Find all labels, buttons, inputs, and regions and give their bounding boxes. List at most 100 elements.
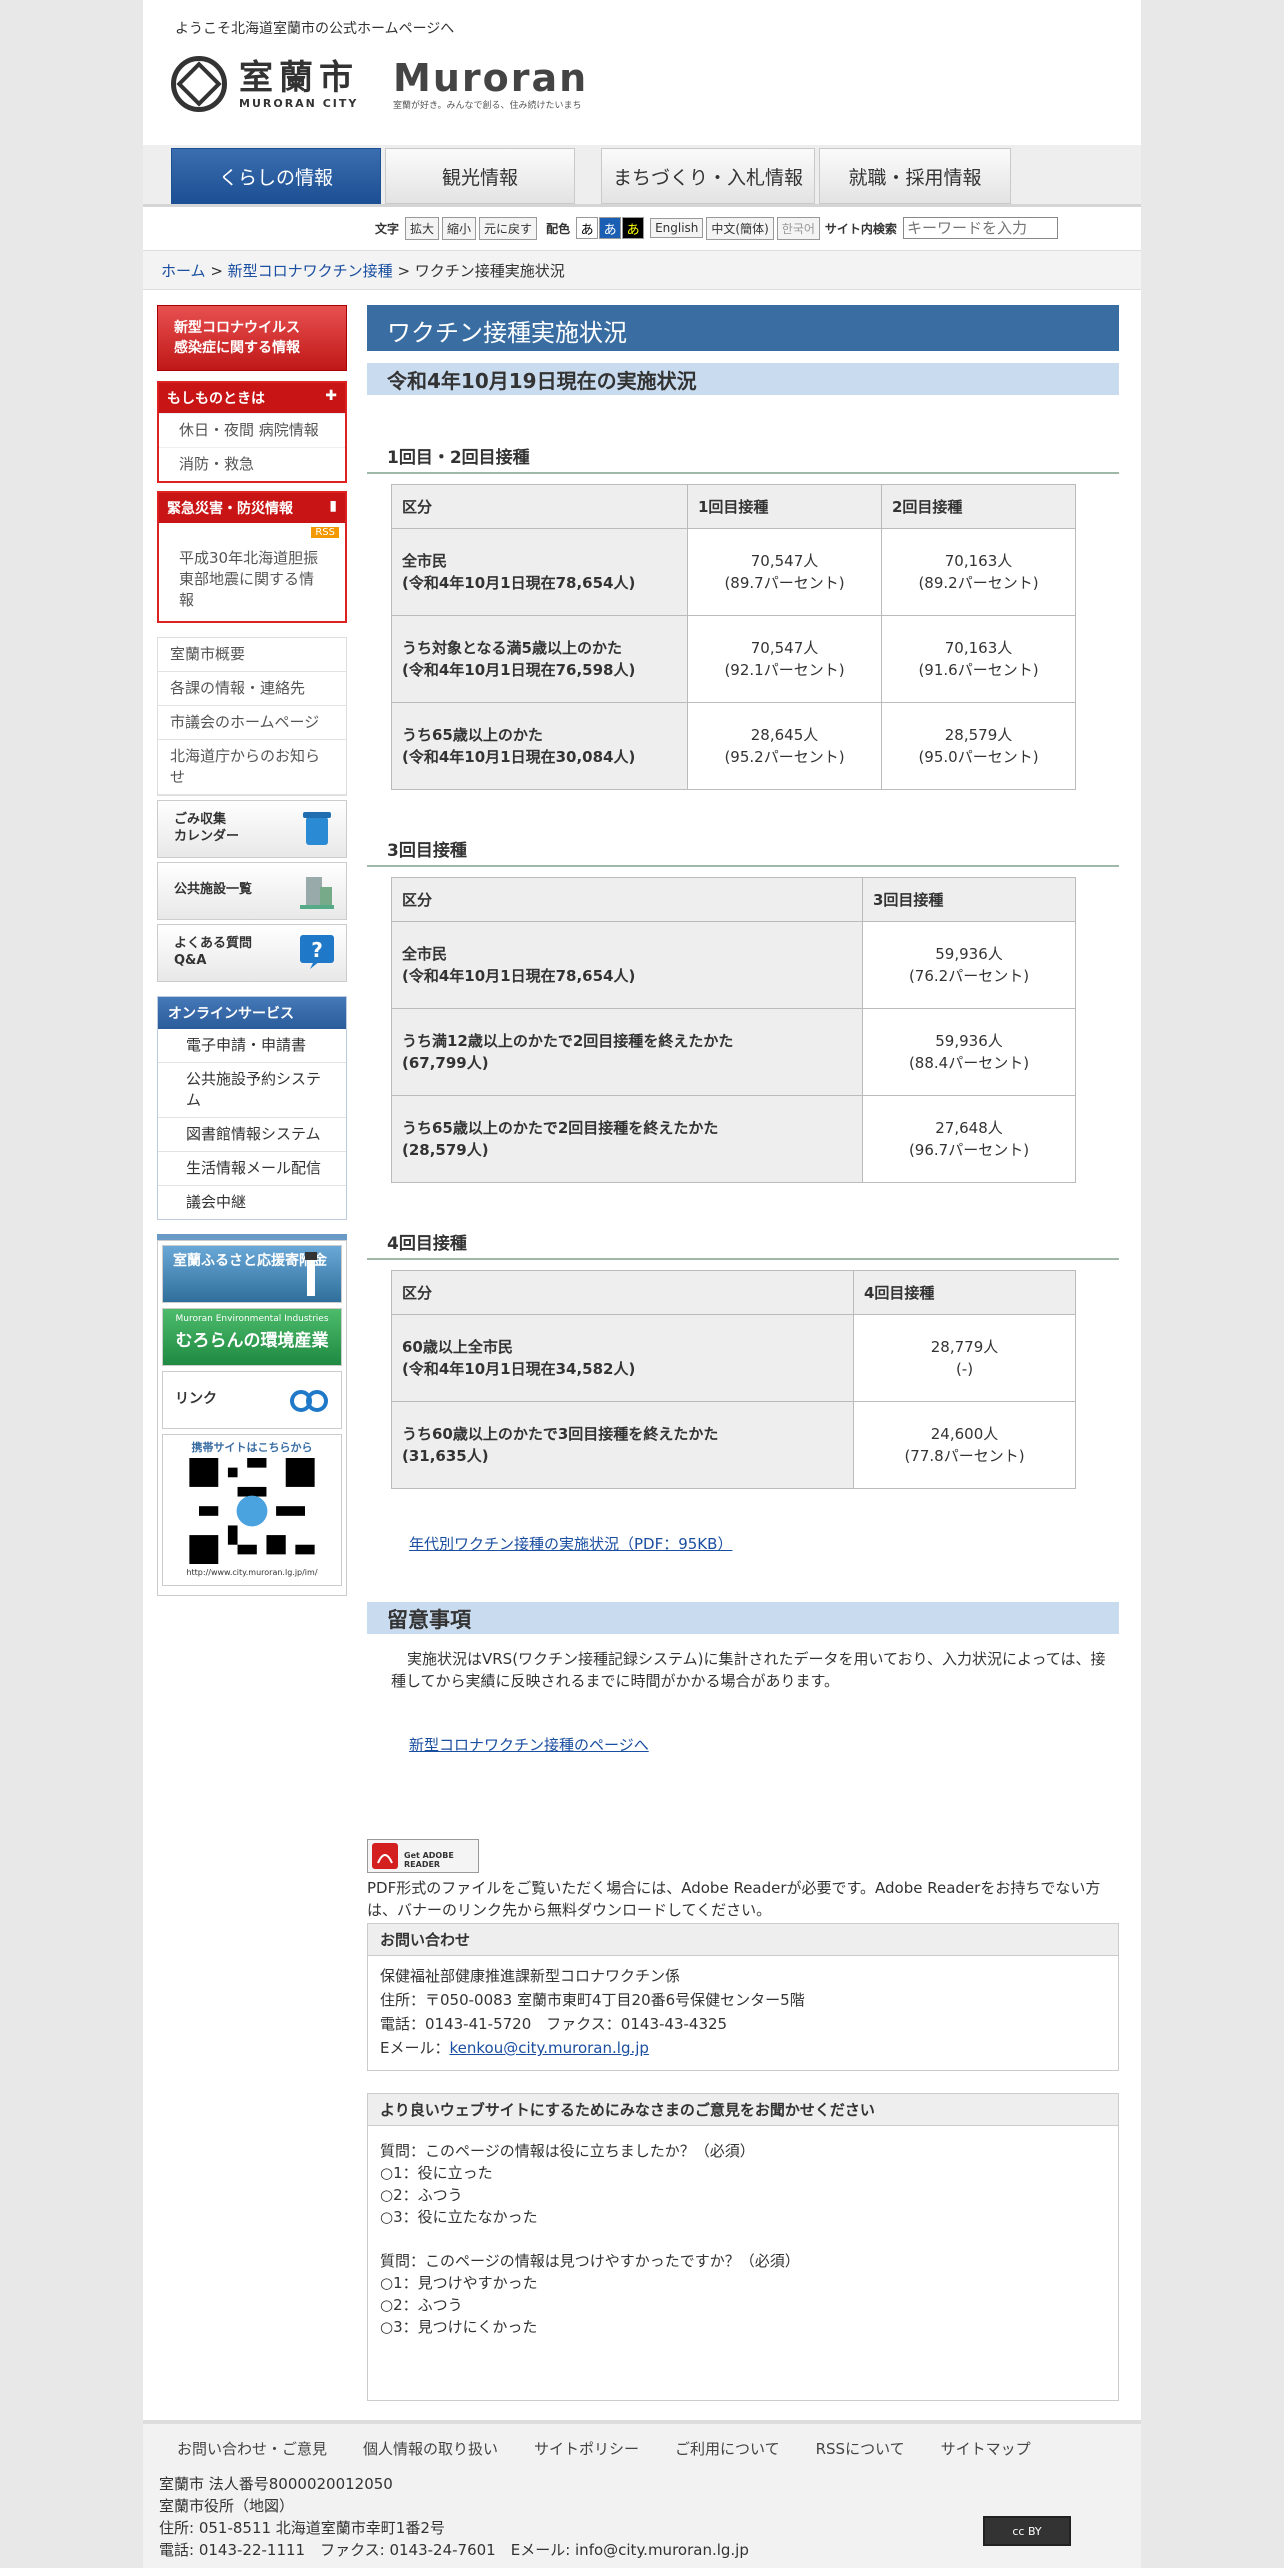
furusato-banner[interactable]: 室蘭ふるさと応援寄附金 (162, 1245, 342, 1303)
notes-heading: 留意事項 (367, 1602, 1119, 1634)
mobile-site-banner[interactable]: 携帯サイトはこちらから http://www.city.muroran.lg.j… (162, 1434, 342, 1586)
lang-english-button[interactable]: English (650, 218, 704, 238)
nav-shushoku[interactable]: 就職・採用情報 (819, 148, 1011, 204)
sidebar-item-fire[interactable]: 消防・救急 (159, 447, 345, 481)
contact-phone: 電話：0143-41-5720 ファクス：0143-43-4325 (380, 2015, 728, 2033)
logo-jp: 室蘭市 (239, 57, 359, 98)
cell-value: 70,163人 (89.2パーセント) (881, 528, 1076, 616)
survey-option[interactable]: ○1：役に立った (380, 2162, 1106, 2184)
color-white-button[interactable]: あ (576, 217, 599, 239)
cell-value: 59,936人 (88.4パーセント) (862, 1008, 1076, 1096)
lang-korean-button[interactable]: 한국어 (776, 216, 820, 240)
footer-link-terms[interactable]: ご利用について (675, 2438, 780, 2459)
breadcrumb-home[interactable]: ホーム (161, 262, 206, 280)
cell-value: 28,779人 (-) (853, 1314, 1076, 1402)
plus-icon: ✚ (325, 388, 337, 404)
text-size-label: 文字 (375, 221, 400, 236)
back-to-vaccine-link[interactable]: 新型コロナワクチン接種のページへ (409, 1736, 649, 1754)
sidebar-item-hospital[interactable]: 休日・夜間 病院情報 (159, 413, 345, 447)
sidebar-item-overview[interactable]: 室蘭市概要 (158, 638, 346, 672)
color-black-button[interactable]: あ (622, 217, 645, 239)
lighthouse-icon (305, 1252, 317, 1296)
contact-email-link[interactable]: kenkou@city.muroran.lg.jp (449, 2039, 648, 2057)
online-item-council-stream[interactable]: 議会中継 (158, 1186, 346, 1219)
rss-icon[interactable]: RSS (311, 527, 339, 538)
brand-tagline: 室蘭が好き。みんなで創る、住み続けたいまち (393, 100, 582, 111)
table-row: 全市民 (令和4年10月1日現在78,654人) 59,936人 (76.2パーセン… (391, 921, 1076, 1009)
sidebar-item-departments[interactable]: 各課の情報・連絡先 (158, 672, 346, 706)
banner-area: 室蘭ふるさと応援寄附金 Muroran Environmental Indust… (157, 1240, 347, 1596)
qr-code-icon (189, 1458, 315, 1564)
cell-value: 70,547人 (92.1パーセント) (687, 615, 882, 703)
table-dose3: 区分 3回目接種 全市民 (令和4年10月1日現在78,654人) 59,936人… (391, 877, 1076, 1183)
page: ようこそ北海道室蘭市の公式ホームページへ 室蘭市 MURORAN CITY Mu… (143, 0, 1141, 2568)
radio-icon[interactable]: ○ (380, 2208, 393, 2226)
survey-q1: 質問：このページの情報は役に立ちましたか？（必須） (380, 2142, 755, 2160)
site-search-input[interactable] (902, 217, 1058, 239)
welcome-text: ようこそ北海道室蘭市の公式ホームページへ (175, 21, 455, 37)
online-item-reservation[interactable]: 公共施設予約システム (158, 1063, 346, 1118)
table-row: うち65歳以上のかたで2回目接種を終えたかた (28,579人) 27,648人(… (391, 1095, 1076, 1183)
table-row: うち65歳以上のかた (令和4年10月1日現在30,084人) 28,645人 (9… (391, 702, 1076, 790)
banner-text: 携帯サイトはこちらから (191, 1441, 313, 1454)
survey-option[interactable]: ○2：ふつう (380, 2294, 1106, 2316)
table-row: 60歳以上全市民 (令和4年10月1日現在34,582人) 28,779人 (-) (391, 1314, 1076, 1402)
radio-icon[interactable]: ○ (380, 2186, 393, 2204)
survey-option[interactable]: ○1：見つけやすかった (380, 2272, 1106, 2294)
contact-address: 住所：〒050-0083 室蘭市東町4丁目20番6号保健センター5階 (380, 1991, 805, 2009)
pdf-link[interactable]: 年代別ワクチン接種の実施状況（PDF：95KB） (409, 1535, 732, 1553)
sidebar-links: 室蘭市概要 各課の情報・連絡先 市議会のホームページ 北海道庁からのお知らせ (157, 637, 347, 796)
footer-office[interactable]: 室蘭市役所（地図） (159, 2495, 1125, 2517)
footer-link-policy[interactable]: サイトポリシー (534, 2438, 639, 2459)
notes-text: 実施状況はVRS(ワクチン接種記録システム)に集計されたデータを用いており、入力… (391, 1650, 1106, 1690)
site-logo[interactable]: 室蘭市 MURORAN CITY Muroran 室蘭が好き。みんなで創る、住み… (171, 56, 588, 112)
online-item-mail[interactable]: 生活情報メール配信 (158, 1152, 346, 1186)
color-blue-button[interactable]: あ (599, 217, 622, 239)
creative-commons-icon[interactable]: cc BY (983, 2516, 1071, 2546)
nav-machizukuri[interactable]: まちづくり・入札情報 (601, 148, 815, 204)
breadcrumb-parent[interactable]: 新型コロナワクチン接種 (228, 262, 393, 280)
survey-option[interactable]: ○2：ふつう (380, 2184, 1106, 2206)
adobe-reader-banner[interactable]: Get ADOBE READER (367, 1839, 479, 1873)
public-facilities-button[interactable]: 公共施設一覧 (157, 862, 347, 920)
radio-icon[interactable]: ○ (380, 2318, 393, 2336)
radio-icon[interactable]: ○ (380, 2164, 393, 2182)
lang-chinese-button[interactable]: 中文(簡体) (706, 216, 774, 240)
radio-icon[interactable]: ○ (380, 2274, 393, 2292)
text-shrink-button[interactable]: 縮小 (442, 216, 477, 240)
row-label: 全市民 (令和4年10月1日現在78,654人) (391, 921, 863, 1009)
disaster-box: 緊急災害・防災情報 ▮ RSS 平成30年北海道胆振東部地震に関する情報 (157, 491, 347, 623)
sidebar-item-earthquake[interactable]: 平成30年北海道胆振東部地震に関する情報 (159, 542, 345, 621)
footer-link-rss[interactable]: RSSについて (816, 2438, 905, 2459)
radio-icon[interactable]: ○ (380, 2296, 393, 2314)
footer-link-contact[interactable]: お問い合わせ・ご意見 (177, 2438, 327, 2459)
footer-address: 住所: 051-8511 北海道室蘭市幸町1番2号 (159, 2519, 445, 2537)
table-dose12: 区分 1回目接種 2回目接種 全市民 (令和4年10月1日現在78,654人) 7… (391, 484, 1076, 790)
table-dose4: 区分 4回目接種 60歳以上全市民 (令和4年10月1日現在34,582人) 28… (391, 1270, 1076, 1489)
adobe-note: PDF形式のファイルをご覧いただく場合には、Adobe Readerが必要です。… (367, 1879, 1101, 1919)
text-reset-button[interactable]: 元に戻す (479, 216, 538, 240)
survey-option[interactable]: ○3：見つけにくかった (380, 2316, 1106, 2338)
link-banner[interactable]: リンク (162, 1371, 342, 1429)
row-label: うち60歳以上のかたで3回目接種を終えたかた (31,635人) (391, 1401, 854, 1489)
breadcrumb-sep: > (392, 262, 415, 280)
online-item-eapply[interactable]: 電子申請・申請書 (158, 1029, 346, 1063)
contact-title: お問い合わせ (368, 1924, 1118, 1956)
column-header: 1回目接種 (687, 484, 882, 529)
text-enlarge-button[interactable]: 拡大 (405, 216, 440, 240)
sidebar-item-council[interactable]: 市議会のホームページ (158, 706, 346, 740)
nav-kurashi[interactable]: くらしの情報 (171, 148, 381, 204)
environment-banner[interactable]: Muroran Environmental Industries むろらんの環境… (162, 1308, 342, 1366)
survey-option[interactable]: ○3：役に立たなかった (380, 2206, 1106, 2228)
accessibility-toolbar: 文字 拡大 縮小 元に戻す 配色 あ あ あ English 中文(簡体) 한국… (143, 210, 1141, 246)
breadcrumb-sep: > (205, 262, 228, 280)
sidebar-item-hokkaido[interactable]: 北海道庁からのお知らせ (158, 740, 346, 795)
covid-info-button[interactable]: 新型コロナウイルス 感染症に関する情報 (157, 305, 347, 371)
faq-button[interactable]: よくある質問 Q&A ? (157, 924, 347, 982)
garbage-calendar-button[interactable]: ごみ収集 カレンダー (157, 800, 347, 858)
online-item-library[interactable]: 図書館情報システム (158, 1118, 346, 1152)
cell-value: 70,163人 (91.6パーセント) (881, 615, 1076, 703)
footer-link-privacy[interactable]: 個人情報の取り扱い (363, 2438, 498, 2459)
footer-link-sitemap[interactable]: サイトマップ (941, 2438, 1031, 2459)
nav-kanko[interactable]: 観光情報 (385, 148, 575, 204)
